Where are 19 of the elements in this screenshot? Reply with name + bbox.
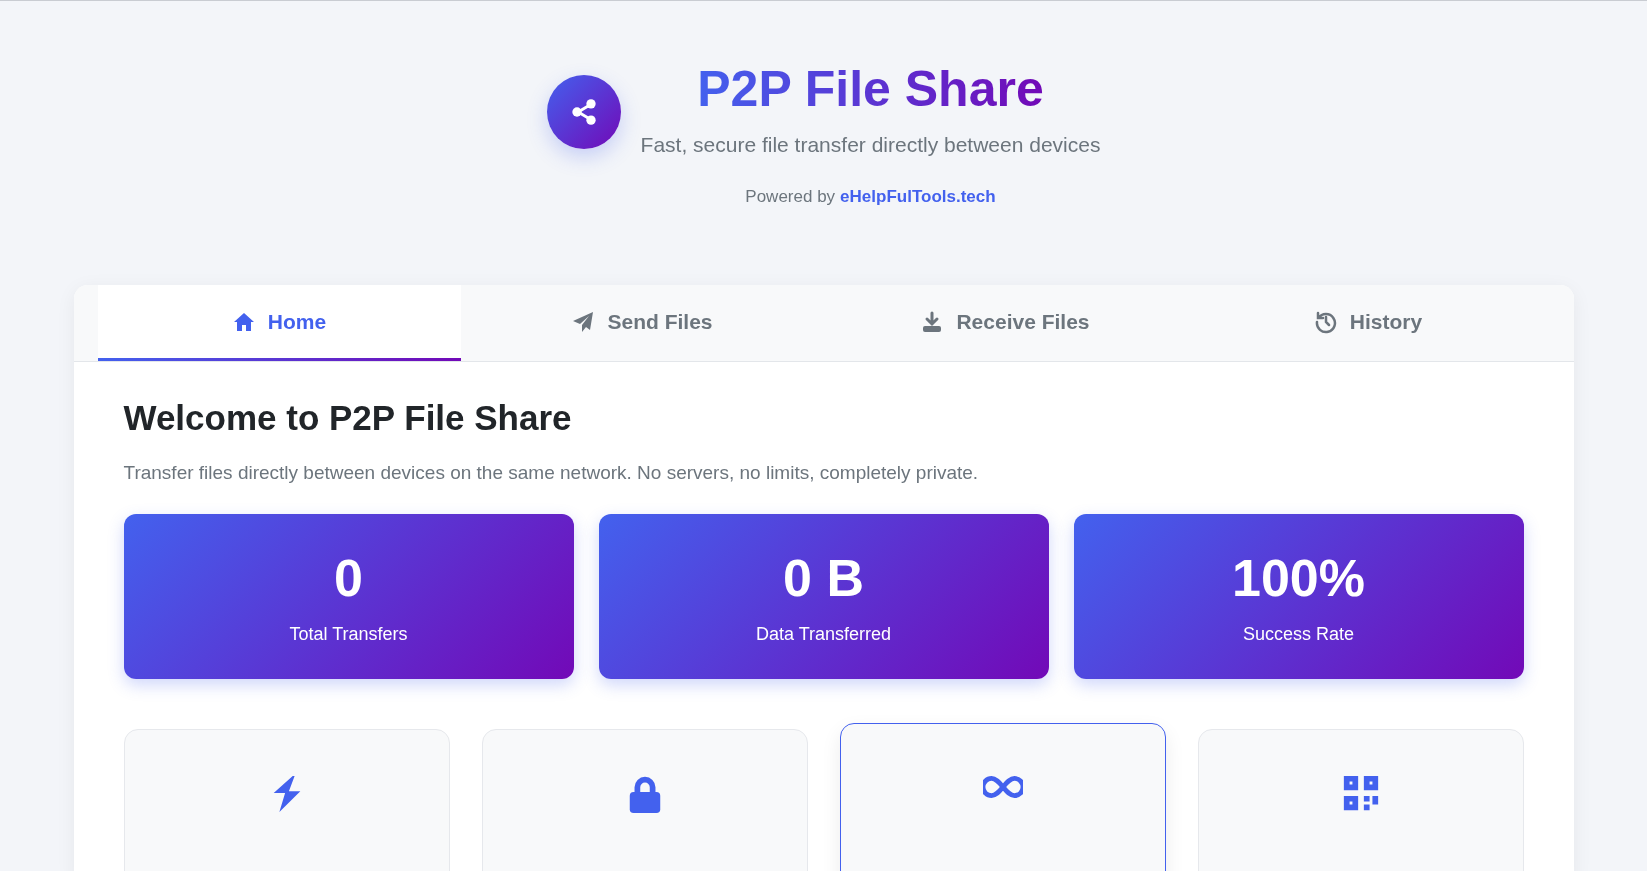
powered-by-text: Powered by [745,187,836,207]
send-tab[interactable]: Send Files [460,285,824,361]
app-subtitle: Fast, secure file transfer directly between devices [640,133,1101,157]
history-icon [1313,309,1338,334]
stat-value: 0 [334,548,363,608]
welcome-heading: Welcome to P2P File Share [123,398,573,438]
share-icon [569,98,598,126]
stat-value: 0 B [783,548,864,608]
feature-card[interactable] [839,723,1166,871]
stat-label: Data Transferred [755,624,892,645]
stat-value: 100% [1232,548,1365,608]
stat-label: Total Transfers [289,624,408,645]
site-link[interactable]: eHelpFulTools.tech [840,187,996,207]
paper-plane-icon [571,309,596,334]
history-tab[interactable]: History [1186,285,1550,361]
receive-tab[interactable]: Receive Files [823,285,1187,361]
home-tab[interactable]: Home [97,285,461,361]
stat-label: Success Rate [1242,624,1355,645]
welcome-text: Transfer files directly between devices on the same network. No servers, no limits, completely private. [123,462,980,484]
